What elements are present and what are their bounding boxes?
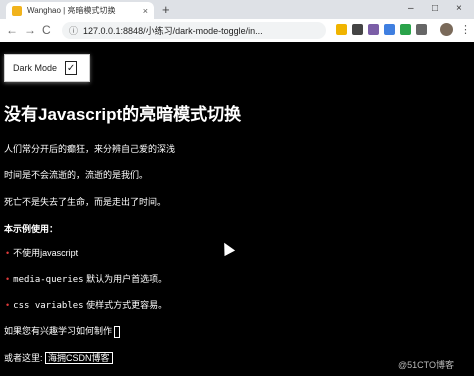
item-code: media-queries xyxy=(13,275,84,285)
list-item: • css variables 使样式方式更容易。 xyxy=(6,298,167,311)
url-text[interactable]: 127.0.0.1:8848/小练习/dark-mode-toggle/in..… xyxy=(83,24,313,37)
paragraph-2: 时间是不会流逝的，流逝的是我们。 xyxy=(4,170,149,180)
tab-close-icon[interactable]: × xyxy=(143,6,148,16)
maximize-button[interactable]: □ xyxy=(432,0,438,17)
extension-icon[interactable] xyxy=(400,24,411,35)
bookmark-star-icon[interactable] xyxy=(336,24,347,35)
page-content: Dark Mode ✓ 没有Javascript的亮暗模式切换 人们常分开后的癫… xyxy=(0,42,474,376)
list-item: • media-queries 默认为用户首选项。 xyxy=(6,272,167,285)
learn-line: 如果您有兴趣学习如何制作 xyxy=(4,324,121,338)
reload-button[interactable]: C xyxy=(42,22,51,38)
menu-icon[interactable]: ⋮ xyxy=(460,22,471,38)
csdn-link[interactable]: 海拥CSDN博客 xyxy=(45,352,113,364)
item-code: css variables xyxy=(13,301,84,311)
bullet-icon: • xyxy=(6,274,10,284)
mouse-cursor-icon xyxy=(218,239,236,257)
new-tab-button[interactable]: + xyxy=(162,1,170,18)
watermark: @51CTO博客 xyxy=(398,360,454,370)
puzzle-icon[interactable] xyxy=(416,24,427,35)
item-text: 使样式方式更容易。 xyxy=(83,300,168,310)
link-box[interactable] xyxy=(114,325,121,338)
extension-icon[interactable] xyxy=(352,24,363,35)
paragraph-1: 人们常分开后的癫狂，来分辨自己爱的深浅 xyxy=(4,144,176,154)
bullet-icon: • xyxy=(6,300,10,310)
forward-button[interactable]: → xyxy=(24,22,36,38)
list-item: • 不使用javascript xyxy=(6,246,78,259)
learn-text: 如果您有兴趣学习如何制作 xyxy=(4,326,113,336)
browser-toolbar: ← → C ⓘ 127.0.0.1:8848/小练习/dark-mode-tog… xyxy=(0,19,474,43)
extension-icon[interactable] xyxy=(384,24,395,35)
csdn-line: 或者这里: 海拥CSDN博客 xyxy=(4,351,113,364)
item-text: 默认为用户首选项。 xyxy=(83,274,168,284)
avatar[interactable] xyxy=(440,23,453,36)
extension-icon[interactable] xyxy=(368,24,379,35)
browser-chrome: Wanghao | 亮暗模式切换 × + – □ × ← → C ⓘ 127.0… xyxy=(0,0,474,43)
browser-tab[interactable]: Wanghao | 亮暗模式切换 × xyxy=(6,2,154,19)
back-button[interactable]: ← xyxy=(6,22,18,38)
item-text: 不使用javascript xyxy=(13,248,79,258)
tab-title: Wanghao | 亮暗模式切换 xyxy=(27,6,116,15)
tab-bar: Wanghao | 亮暗模式切换 × + – □ × xyxy=(0,0,474,19)
bullet-icon: • xyxy=(6,248,10,258)
address-bar[interactable]: ⓘ 127.0.0.1:8848/小练习/dark-mode-toggle/in… xyxy=(62,22,326,39)
or-here-text: 或者这里: xyxy=(4,353,46,363)
minimize-button[interactable]: – xyxy=(408,0,414,17)
checkbox[interactable]: ✓ xyxy=(65,61,78,75)
close-window-button[interactable]: × xyxy=(456,0,462,17)
example-heading: 本示例使用： xyxy=(4,224,59,234)
paragraph-3: 死亡不是失去了生命，而是走出了时间。 xyxy=(4,197,167,207)
toggle-label: Dark Mode xyxy=(13,63,58,73)
site-info-icon[interactable]: ⓘ xyxy=(69,24,78,37)
favicon-icon xyxy=(12,5,22,16)
dark-mode-toggle[interactable]: Dark Mode ✓ xyxy=(4,54,90,82)
page-title: 没有Javascript的亮暗模式切换 xyxy=(4,105,242,124)
